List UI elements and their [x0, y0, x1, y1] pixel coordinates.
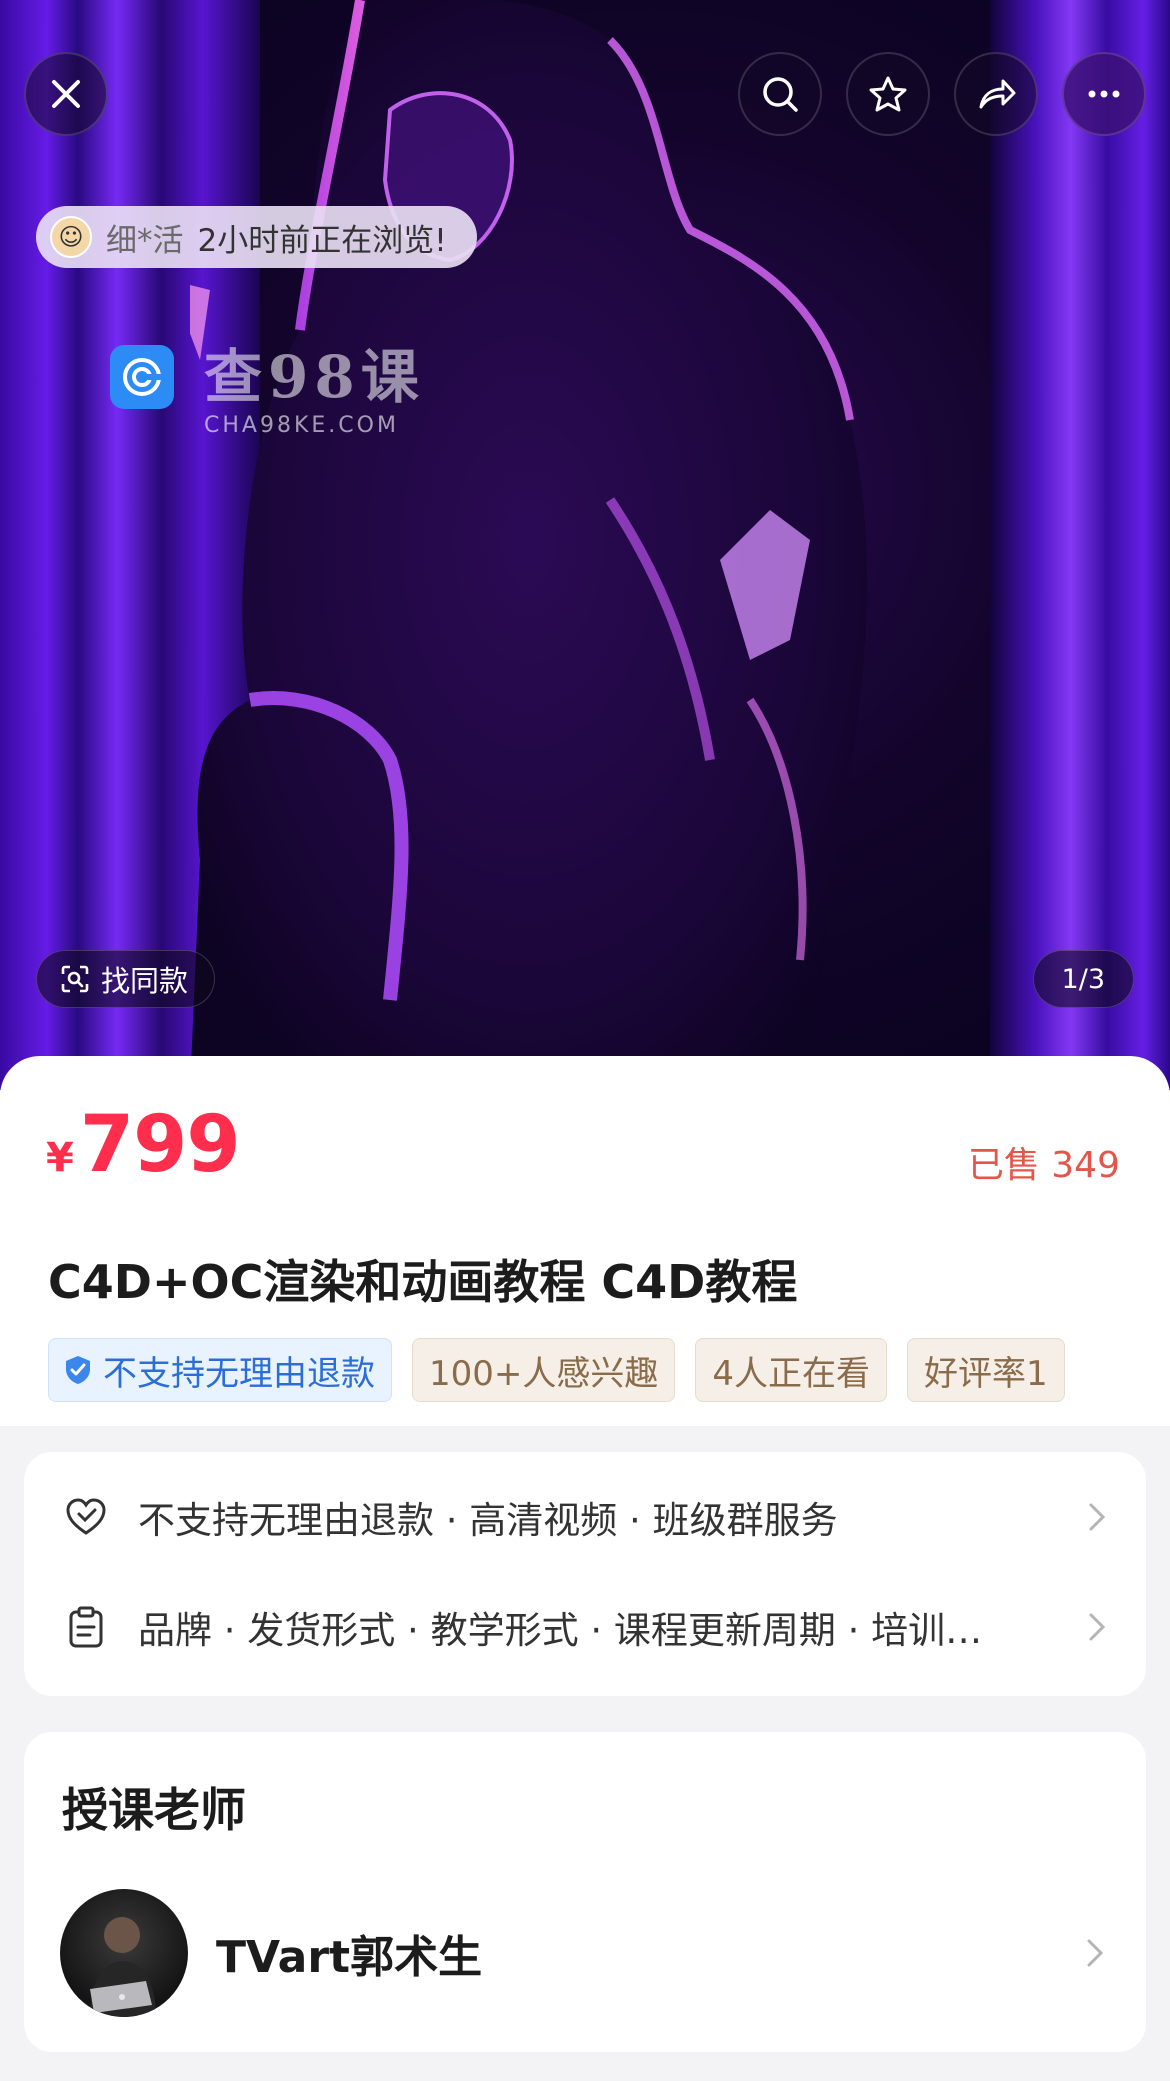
sold-count: 已售 349 — [967, 1145, 1120, 1186]
tag-watching[interactable]: 4人正在看 — [695, 1338, 888, 1402]
search-button[interactable] — [738, 52, 822, 136]
price: ¥ 799 — [46, 1100, 241, 1190]
chevron-right-icon — [1089, 1503, 1106, 1531]
chevron-right-icon — [1089, 1613, 1106, 1641]
tag-no-refund[interactable]: 不支持无理由退款 — [48, 1338, 392, 1402]
service-card: 不支持无理由退款 · 高清视频 · 班级群服务 品牌 · 发货形式 · 教学形式… — [24, 1452, 1146, 1696]
shield-check-icon — [66, 1356, 90, 1384]
guarantee-text: 不支持无理由退款 · 高清视频 · 班级群服务 — [138, 1499, 838, 1542]
more-icon — [1088, 90, 1120, 98]
close-icon — [52, 80, 80, 108]
teacher-row[interactable]: TVart郭术生 — [60, 1888, 1110, 2018]
clipboard-icon — [69, 1606, 103, 1648]
find-similar-button[interactable]: 找同款 — [36, 950, 216, 1008]
teacher-card: 授课老师 TVart郭术生 — [24, 1732, 1146, 2052]
tag-rating[interactable]: 好评率1 — [907, 1338, 1065, 1402]
teacher-name: TVart郭术生 — [216, 1932, 483, 1983]
browsing-text: 2小时前正在浏览! — [197, 222, 447, 259]
scan-icon — [61, 965, 89, 993]
watermark: 查98课 CHA98KE.COM — [110, 345, 425, 438]
close-button[interactable] — [24, 52, 108, 136]
image-pager: 1/3 — [1032, 950, 1134, 1008]
viewer-name: 细*活 — [106, 222, 184, 259]
product-image-statue — [190, 0, 868, 1090]
teacher-avatar — [60, 1889, 188, 2017]
share-button[interactable] — [954, 52, 1038, 136]
chevron-right-icon — [1087, 1939, 1104, 1967]
currency-symbol: ¥ — [46, 1135, 74, 1181]
guarantee-row[interactable]: 不支持无理由退款 · 高清视频 · 班级群服务 — [24, 1462, 1146, 1572]
product-image-carousel[interactable]: ☺ 细*活 2小时前正在浏览! 查98课 CHA98KE.COM 找同款 1/3 — [0, 0, 1170, 1090]
more-button[interactable] — [1062, 52, 1146, 136]
browsing-notice: ☺ 细*活 2小时前正在浏览! — [36, 206, 477, 268]
star-icon — [869, 76, 907, 112]
product-title: C4D+OC渲染和动画教程 C4D教程 — [48, 1255, 798, 1309]
tag-list: 不支持无理由退款 100+人感兴趣 4人正在看 好评率1 — [48, 1338, 1122, 1404]
parameters-text: 品牌 · 发货形式 · 教学形式 · 课程更新周期 · 培训… — [138, 1609, 983, 1652]
price-amount: 799 — [79, 1100, 241, 1190]
tag-interested[interactable]: 100+人感兴趣 — [412, 1338, 676, 1402]
watermark-logo-icon — [110, 345, 174, 409]
parameters-row[interactable]: 品牌 · 发货形式 · 教学形式 · 课程更新周期 · 培训… — [24, 1572, 1146, 1682]
share-icon — [979, 79, 1016, 109]
favorite-button[interactable] — [846, 52, 930, 136]
search-icon — [763, 77, 798, 112]
product-info-card: ¥ 799 已售 349 C4D+OC渲染和动画教程 C4D教程 不支持无理由退… — [0, 1056, 1170, 1426]
watermark-text: 查98课 — [204, 343, 425, 411]
find-similar-label: 找同款 — [101, 964, 189, 998]
viewer-avatar: ☺ — [50, 216, 92, 258]
tag-label: 不支持无理由退款 — [103, 1353, 375, 1394]
heart-shield-icon — [66, 1498, 106, 1535]
watermark-domain: CHA98KE.COM — [204, 413, 399, 438]
teacher-section-title: 授课老师 — [62, 1783, 246, 1837]
